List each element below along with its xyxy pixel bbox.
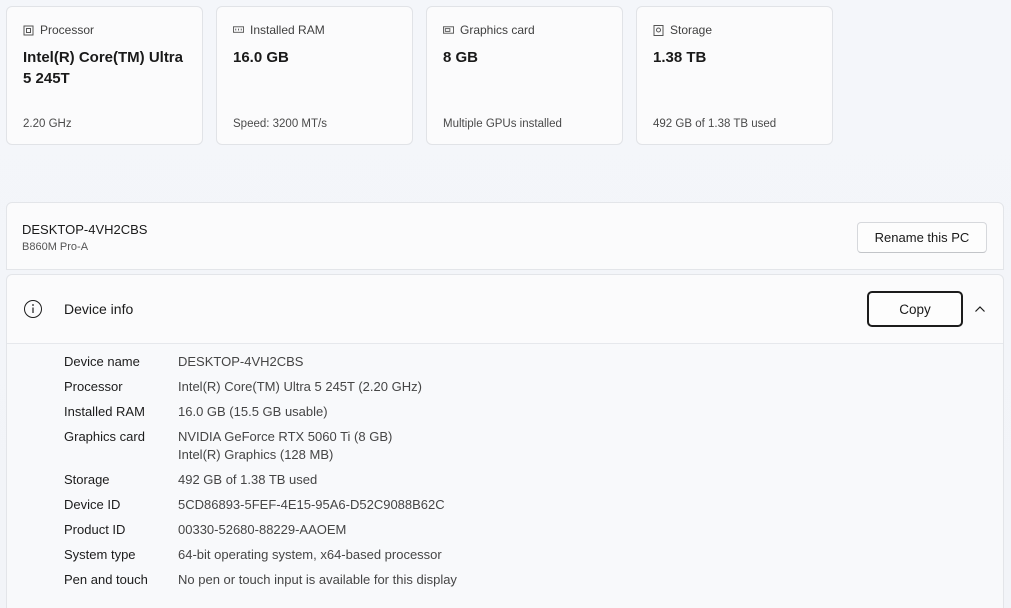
- spec-cards: Processor Intel(R) Core(TM) Ultra 5 245T…: [6, 6, 833, 145]
- card-value: 16.0 GB: [233, 49, 289, 66]
- pc-model: B860M Pro-A: [22, 241, 89, 253]
- spec-row-pen-and-touch: Pen and touch No pen or touch input is a…: [64, 571, 457, 589]
- spec-row-device-id: Device ID 5CD86893-5FEF-4E15-95A6-D52C90…: [64, 496, 457, 514]
- spec-value: 16.0 GB (15.5 GB usable): [178, 404, 328, 419]
- card-label: Storage: [670, 23, 713, 37]
- spec-row-graphics-card: Graphics card NVIDIA GeForce RTX 5060 Ti…: [64, 428, 457, 464]
- spec-label: Pen and touch: [64, 572, 148, 587]
- spec-value: Intel(R) Core(TM) Ultra 5 245T (2.20 GHz…: [178, 379, 422, 394]
- spec-value: No pen or touch input is available for t…: [178, 572, 457, 587]
- copy-button[interactable]: Copy: [867, 291, 963, 327]
- card-ram: Installed RAM 16.0 GB Speed: 3200 MT/s: [216, 6, 413, 145]
- info-icon: [23, 299, 43, 319]
- card-label: Processor: [40, 23, 95, 37]
- spec-value: 00330-52680-88229-AAOEM: [178, 522, 347, 537]
- spec-label: Device name: [64, 354, 140, 369]
- card-subtext: 492 GB of 1.38 TB used: [653, 118, 777, 130]
- card-storage: Storage 1.38 TB 492 GB of 1.38 TB used: [636, 6, 833, 145]
- ram-icon: [233, 25, 244, 36]
- device-spec-list: Device name DESKTOP-4VH2CBS Processor In…: [64, 353, 457, 596]
- about-page: Processor Intel(R) Core(TM) Ultra 5 245T…: [0, 0, 1011, 608]
- card-subtext: Speed: 3200 MT/s: [233, 118, 327, 130]
- graphics-card-icon: [443, 25, 454, 36]
- card-graphics: Graphics card 8 GB Multiple GPUs install…: [426, 6, 623, 145]
- spec-value: 64-bit operating system, x64-based proce…: [178, 547, 442, 562]
- card-label: Graphics card: [460, 23, 535, 37]
- spec-label: Graphics card: [64, 429, 145, 444]
- spec-value: 5CD86893-5FEF-4E15-95A6-D52C9088B62C: [178, 497, 445, 512]
- card-value: Intel(R) Core(TM) Ultra 5 245T: [23, 49, 183, 87]
- card-subtext: Multiple GPUs installed: [443, 118, 562, 130]
- spec-row-processor: Processor Intel(R) Core(TM) Ultra 5 245T…: [64, 378, 457, 396]
- card-label: Installed RAM: [250, 23, 325, 37]
- spec-row-device-name: Device name DESKTOP-4VH2CBS: [64, 353, 457, 371]
- chevron-up-icon[interactable]: [973, 302, 987, 316]
- pc-name: DESKTOP-4VH2CBS: [22, 222, 148, 237]
- device-info-panel: Device info Copy Device name DESKTOP-4VH…: [6, 274, 1004, 608]
- spec-row-installed-ram: Installed RAM 16.0 GB (15.5 GB usable): [64, 403, 457, 421]
- spec-label: System type: [64, 547, 136, 562]
- card-processor: Processor Intel(R) Core(TM) Ultra 5 245T…: [6, 6, 203, 145]
- card-value: 1.38 TB: [653, 49, 707, 66]
- storage-icon: [653, 24, 664, 36]
- pc-name-section: DESKTOP-4VH2CBS B860M Pro-A Rename this …: [6, 202, 1004, 270]
- spec-value: 492 GB of 1.38 TB used: [178, 472, 318, 487]
- spec-value: NVIDIA GeForce RTX 5060 Ti (8 GB): [178, 429, 393, 444]
- spec-label: Installed RAM: [64, 404, 145, 419]
- device-info-header[interactable]: Device info Copy: [7, 275, 1003, 344]
- spec-value: DESKTOP-4VH2CBS: [178, 354, 304, 369]
- card-value: 8 GB: [443, 49, 479, 66]
- rename-pc-button[interactable]: Rename this PC: [857, 222, 987, 253]
- spec-label: Processor: [64, 379, 123, 394]
- spec-label: Product ID: [64, 522, 126, 537]
- spec-row-storage: Storage 492 GB of 1.38 TB used: [64, 471, 457, 489]
- processor-icon: [23, 25, 34, 36]
- spec-value: Intel(R) Graphics (128 MB): [178, 447, 334, 462]
- spec-label: Storage: [64, 472, 110, 487]
- card-subtext: 2.20 GHz: [23, 118, 72, 130]
- spec-row-product-id: Product ID 00330-52680-88229-AAOEM: [64, 521, 457, 539]
- spec-label: Device ID: [64, 497, 121, 512]
- device-info-title: Device info: [64, 301, 134, 317]
- spec-row-system-type: System type 64-bit operating system, x64…: [64, 546, 457, 564]
